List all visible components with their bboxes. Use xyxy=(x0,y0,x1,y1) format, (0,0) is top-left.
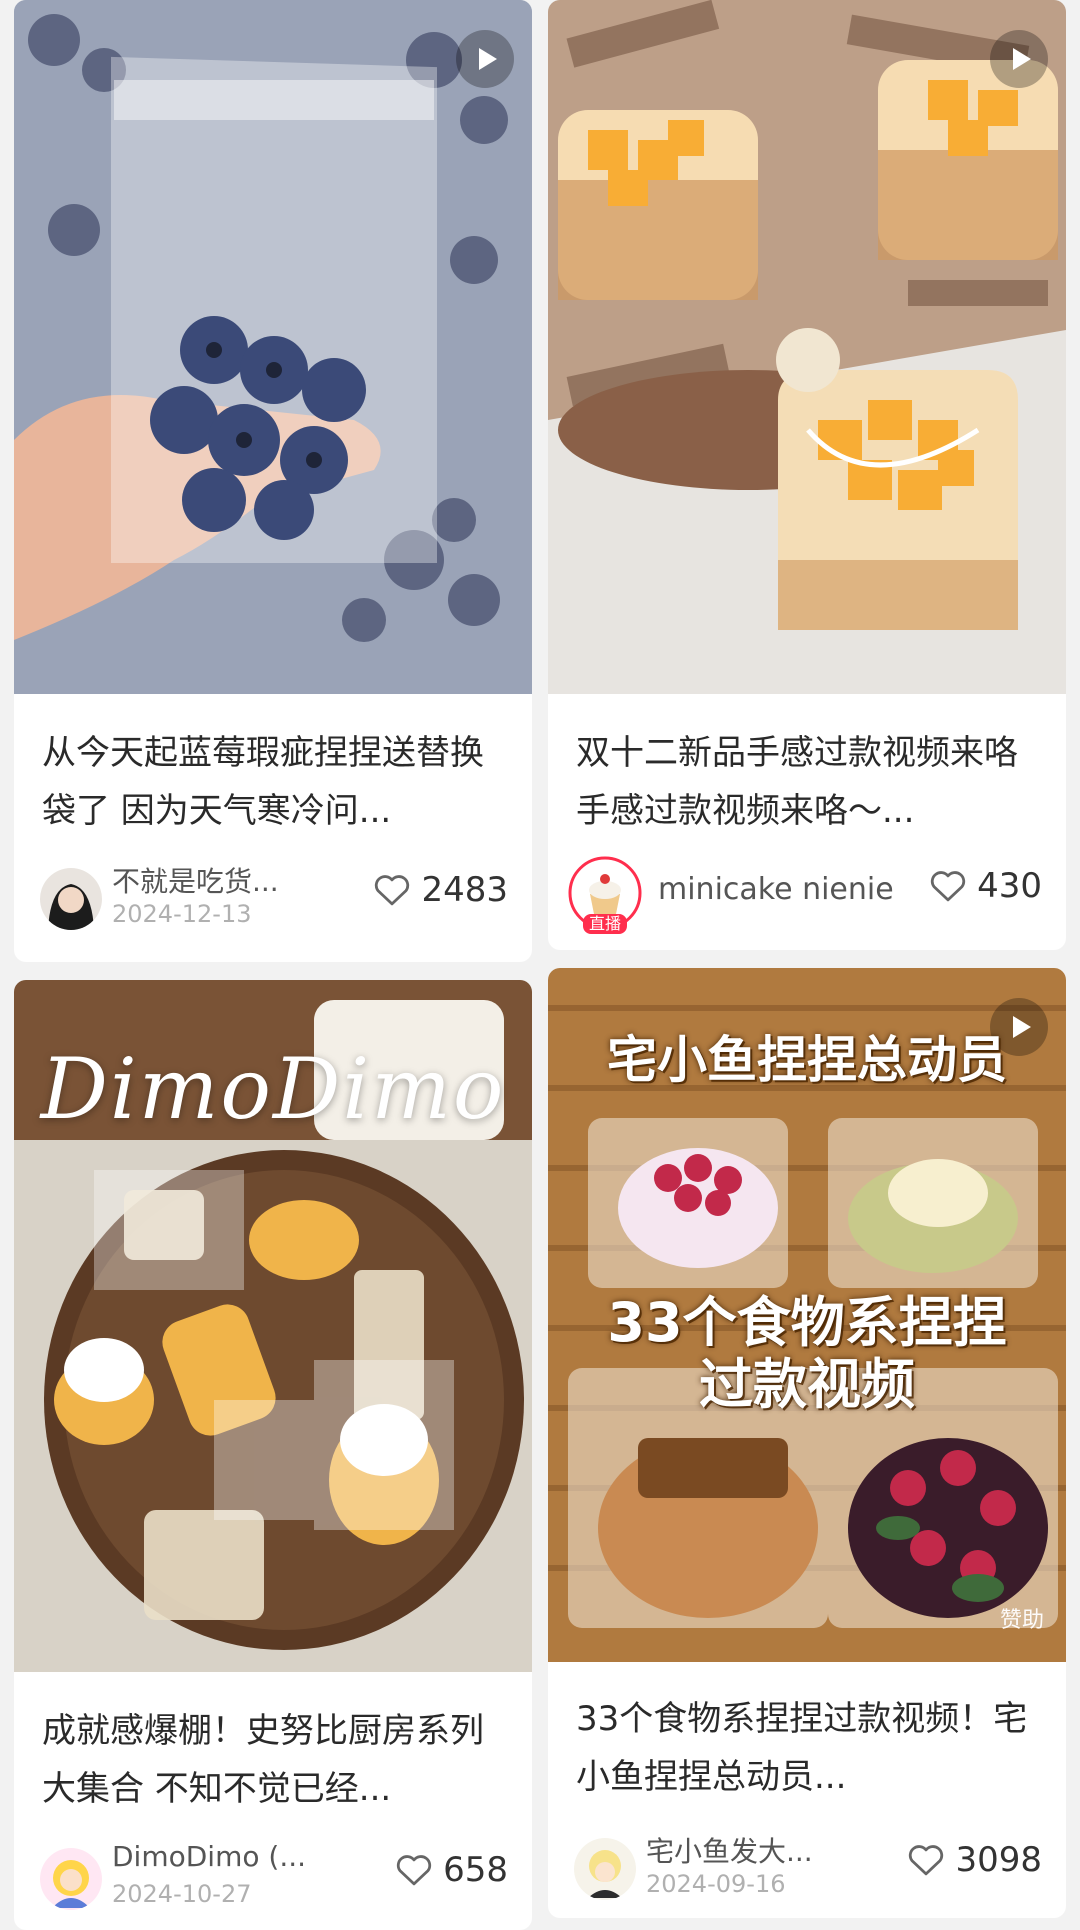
play-icon xyxy=(456,30,514,88)
post-card-food-squishies[interactable]: 宅小鱼捏捏总动员 33个食物系捏捏 过款视频 赞助 33个食物系捏捏过款视频！宅… xyxy=(548,968,1066,1918)
like-button[interactable]: 658 xyxy=(395,1850,508,1890)
avatar-image xyxy=(40,868,102,930)
avatar-image xyxy=(574,1838,636,1900)
like-count: 3098 xyxy=(955,1840,1042,1880)
like-count: 658 xyxy=(443,1850,508,1890)
post-date: 2024-12-13 xyxy=(112,900,252,928)
live-badge: 直播 xyxy=(582,914,628,934)
author-name[interactable]: minicake nienie xyxy=(658,872,894,907)
post-meta: DimoDimo (... 2024-10-27 658 xyxy=(14,1838,532,1918)
avatar[interactable]: 直播 xyxy=(568,856,642,934)
heart-icon xyxy=(397,1855,432,1886)
like-count: 2483 xyxy=(421,870,508,910)
like-count: 430 xyxy=(977,866,1042,906)
post-title[interactable]: 从今天起蓝莓瑕疵捏捏送替换袋了 因为天气寒冷问... xyxy=(42,724,508,840)
heart-icon xyxy=(909,1845,944,1876)
heart-icon xyxy=(375,875,410,906)
post-meta: 不就是吃货... 2024-12-13 2483 xyxy=(14,858,532,938)
post-title[interactable]: 33个食物系捏捏过款视频！宅小鱼捏捏总动员... xyxy=(576,1690,1042,1806)
image-title-top: 宅小鱼捏捏总动员 xyxy=(607,1031,1007,1089)
toast-photo xyxy=(548,0,1066,694)
post-card-toast[interactable]: 双十二新品手感过款视频来咯 手感过款视频来咯～... 直播 minicake n… xyxy=(548,0,1066,950)
author-name[interactable]: DimoDimo (... xyxy=(112,1840,306,1873)
avatar[interactable] xyxy=(40,868,102,930)
post-title[interactable]: 成就感爆棚！史努比厨房系列大集合 不知不觉已经... xyxy=(42,1702,508,1818)
image-brand-text: DimoDimo xyxy=(40,1040,506,1138)
sponsored-label: 赞助 xyxy=(999,1608,1044,1633)
post-card-dimodimo[interactable]: DimoDimo 成就感爆棚！史努比厨房系列大集合 不知不觉已经... Dimo… xyxy=(14,980,532,1930)
post-thumbnail[interactable] xyxy=(548,0,1066,694)
post-meta: 宅小鱼发大... 2024-09-16 3098 xyxy=(548,1828,1066,1908)
avatar[interactable] xyxy=(40,1848,102,1910)
blueberry-photo xyxy=(14,0,532,694)
author-name[interactable]: 不就是吃货... xyxy=(112,860,279,900)
post-date: 2024-09-16 xyxy=(646,1870,786,1898)
avatar-image xyxy=(40,1848,102,1910)
like-button[interactable]: 430 xyxy=(929,866,1042,906)
author-name[interactable]: 宅小鱼发大... xyxy=(646,1830,813,1870)
like-button[interactable]: 3098 xyxy=(907,1840,1042,1880)
avatar[interactable] xyxy=(574,1838,636,1900)
play-icon xyxy=(990,30,1048,88)
post-meta: 直播 minicake nienie 430 xyxy=(548,854,1066,934)
content-feed: 从今天起蓝莓瑕疵捏捏送替换袋了 因为天气寒冷问... 不就是吃货... 2024… xyxy=(0,0,1080,1930)
post-thumbnail[interactable]: 宅小鱼捏捏总动员 33个食物系捏捏 过款视频 赞助 xyxy=(548,968,1066,1662)
post-card-blueberry[interactable]: 从今天起蓝莓瑕疵捏捏送替换袋了 因为天气寒冷问... 不就是吃货... 2024… xyxy=(14,0,532,962)
like-button[interactable]: 2483 xyxy=(373,870,508,910)
heart-icon xyxy=(931,871,966,902)
post-thumbnail[interactable]: DimoDimo xyxy=(14,980,532,1672)
post-title[interactable]: 双十二新品手感过款视频来咯 手感过款视频来咯～... xyxy=(576,724,1042,840)
post-thumbnail[interactable] xyxy=(14,0,532,694)
image-title-mid-2: 过款视频 xyxy=(699,1353,915,1416)
